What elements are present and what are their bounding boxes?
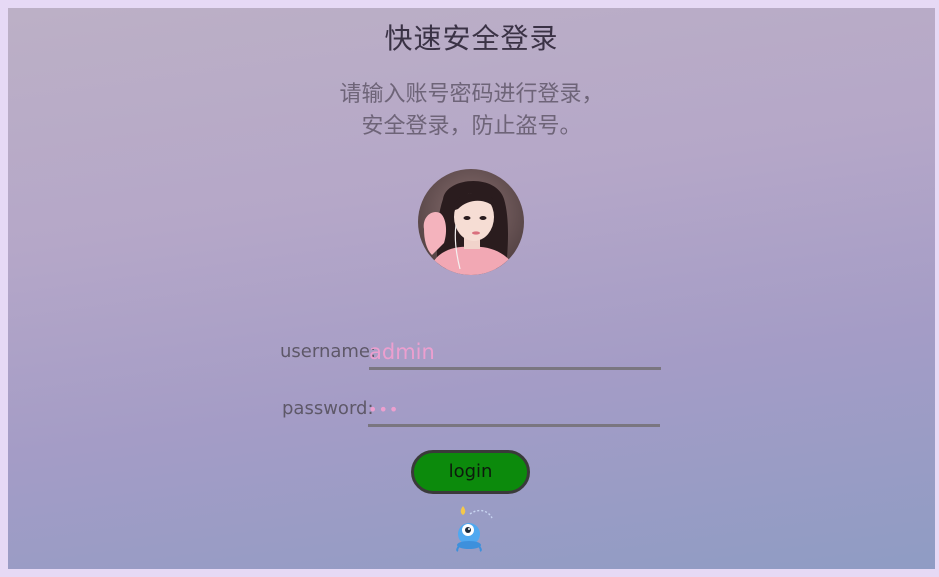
avatar: [418, 169, 524, 275]
login-panel: 快速安全登录 请输入账号密码进行登录， 安全登录，防止盗号。 username:…: [8, 8, 935, 569]
page-title: 快速安全登录: [384, 22, 559, 55]
username-label: username:: [280, 341, 377, 362]
subtitle-line-1: 请输入账号密码进行登录，: [339, 82, 604, 107]
avatar-photo-icon: [418, 169, 524, 275]
mascot-icon: [452, 504, 496, 552]
password-input[interactable]: [368, 394, 660, 427]
page-subtitle: 请输入账号密码进行登录， 安全登录，防止盗号。: [8, 79, 935, 143]
password-label: password:: [282, 398, 374, 419]
subtitle-line-2: 安全登录，防止盗号。: [361, 114, 582, 139]
login-button[interactable]: login: [411, 450, 530, 494]
username-input[interactable]: [369, 337, 661, 370]
